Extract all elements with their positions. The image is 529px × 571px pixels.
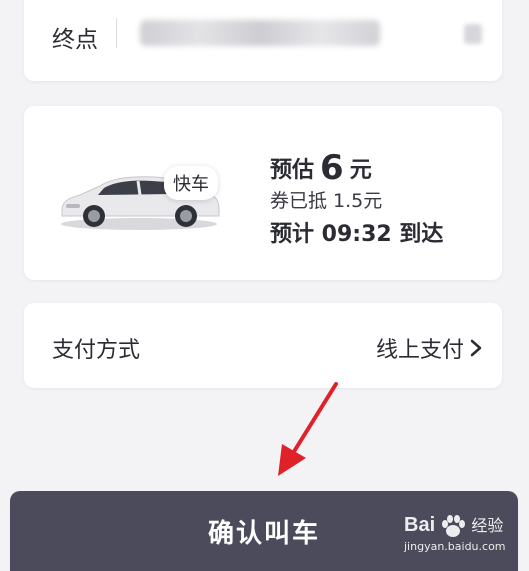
confirm-button-label: 确认叫车 (207, 518, 320, 549)
coupon-discount: 券已抵 1.5元 (270, 190, 383, 212)
chevron-right-icon (470, 339, 482, 357)
watermark-url: jingyan.baidu.com (404, 540, 506, 553)
price-estimate: 预估 6 元 (270, 146, 372, 188)
baidu-paw-icon (442, 514, 466, 537)
destination-address-blurred[interactable] (140, 20, 380, 46)
watermark-brand: Bai (404, 514, 436, 536)
ride-option-card[interactable]: 快车 预估 6 元 券已抵 1.5元 预计 09:32 到达 (24, 106, 502, 280)
payment-label: 支付方式 (52, 338, 141, 363)
payment-method-value: 线上支付 (375, 338, 464, 363)
price-prefix: 预估 (270, 158, 315, 183)
payment-card[interactable]: 支付方式 线上支付 (24, 303, 502, 388)
destination-action-blurred[interactable] (464, 24, 482, 44)
price-unit: 元 (349, 158, 372, 183)
payment-method-selector[interactable]: 线上支付 (376, 332, 482, 364)
estimated-arrival: 预计 09:32 到达 (270, 222, 444, 247)
price-value: 6 (320, 148, 344, 188)
car-type-badge: 快车 (164, 166, 218, 200)
baidu-watermark: Bai 经验 jingyan.baidu.com (404, 512, 506, 553)
destination-divider (116, 18, 117, 48)
red-arrow-annotation-icon (278, 382, 338, 476)
watermark-suffix: 经验 (471, 516, 504, 535)
destination-card[interactable]: 终点 (24, 0, 502, 81)
destination-label: 终点 (52, 27, 98, 53)
